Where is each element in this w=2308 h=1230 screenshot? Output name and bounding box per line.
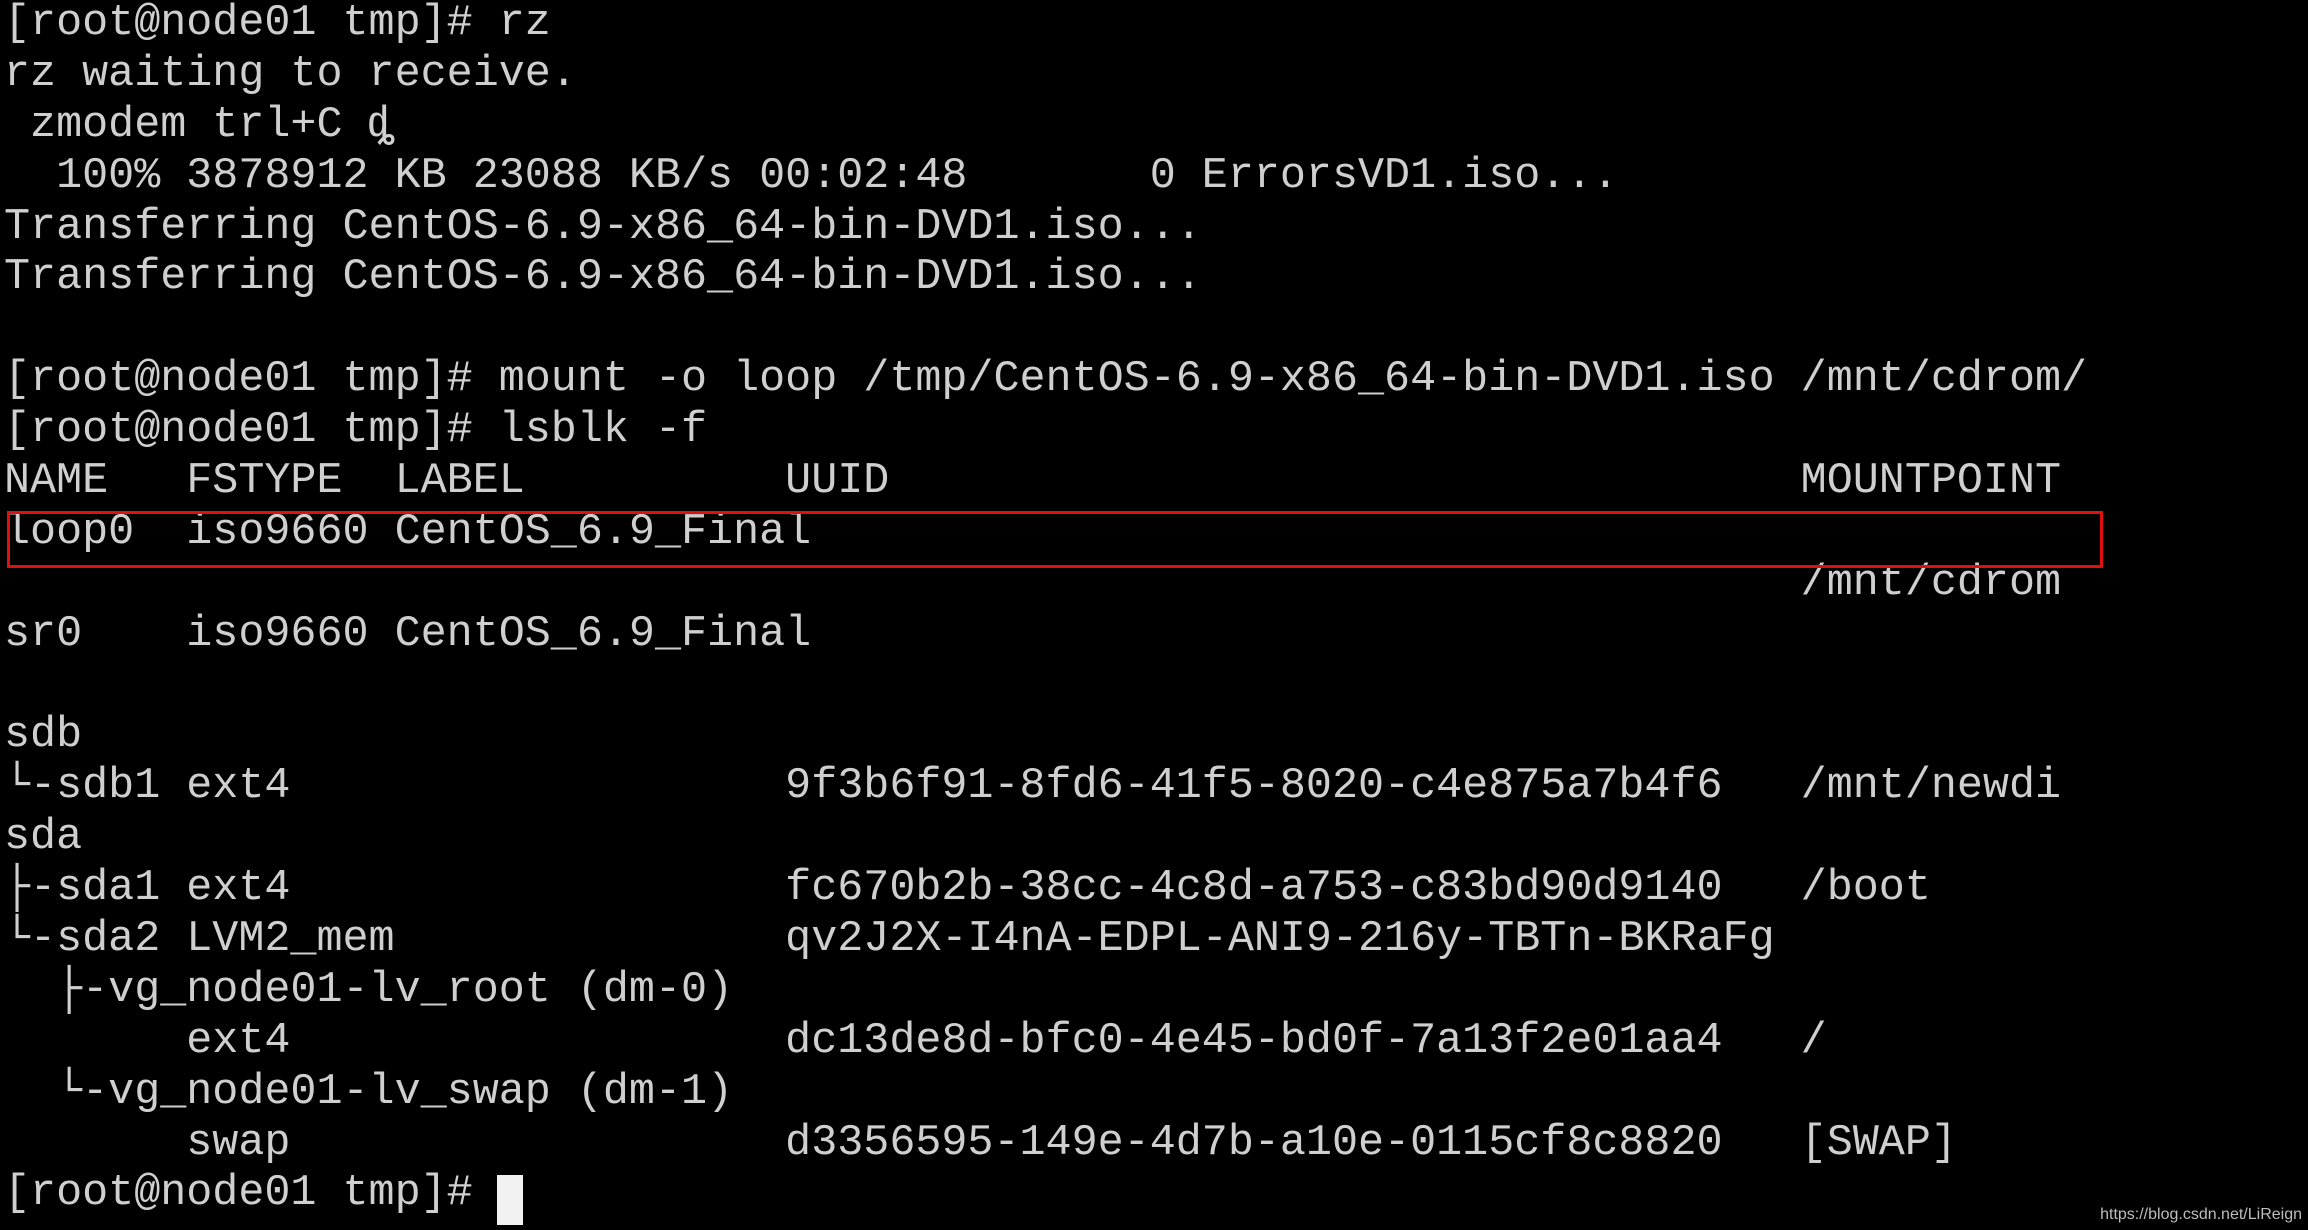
lsblk-command-line: [root@node01 tmp]# lsblk -f (4, 406, 708, 456)
terminal-line: Transferring CentOS-6.9-x86_64-bin-DVD1.… (4, 253, 1202, 303)
lsblk-row-sda1: ├-sda1 ext4 fc670b2b-38cc-4c8d-a753-c83b… (4, 864, 1931, 914)
prompt-line[interactable]: [root@node01 tmp]# (4, 1169, 2304, 1220)
lsblk-header: NAME FSTYPE LABEL UUID MOUNTPOINT (4, 457, 2062, 507)
loop0-highlight-box (7, 511, 2103, 568)
lsblk-row-lv-root: ├-vg_node01-lv_root (dm-0) (4, 965, 734, 1015)
mount-command-line: [root@node01 tmp]# mount -o loop /tmp/Ce… (4, 355, 2088, 405)
lsblk-row-sdb1: └-sdb1 ext4 9f3b6f91-8fd6-41f5-8020-c4e8… (4, 762, 2062, 812)
watermark: https://blog.csdn.net/LiReign (2100, 1206, 2302, 1223)
terminal-output[interactable]: [root@node01 tmp]# rz rz waiting to rece… (4, 0, 2304, 1220)
lsblk-row-sda2: └-sda2 LVM2_mem qv2J2X-I4nA-EDPL-ANI9-21… (4, 915, 1775, 965)
lsblk-row-lv-swap: └-vg_node01-lv_swap (dm-1) (4, 1067, 734, 1117)
lsblk-row-sdb: sdb (4, 711, 83, 761)
terminal-cursor (497, 1175, 523, 1225)
lsblk-row-sda: sda (4, 813, 83, 863)
terminal-line: Transferring CentOS-6.9-x86_64-bin-DVD1.… (4, 202, 1202, 252)
lsblk-row: swap d3356595-149e-4d7b-a10e-0115cf8c882… (4, 1118, 1957, 1168)
terminal-line: [root@node01 tmp]# rz (4, 0, 551, 48)
transfer-progress-line: 100% 3878912 KB 23088 KB/s 00:02:48 0 Er… (4, 151, 1619, 201)
lsblk-row-sr0: sr0 iso9660 CentOS_6.9_Final (4, 609, 812, 659)
terminal-line: rz waiting to receive. (4, 49, 577, 99)
terminal-line: zmodem trl+C ȡ (4, 100, 395, 150)
lsblk-row: ext4 dc13de8d-bfc0-4e45-bd0f-7a13f2e01aa… (4, 1016, 1827, 1066)
